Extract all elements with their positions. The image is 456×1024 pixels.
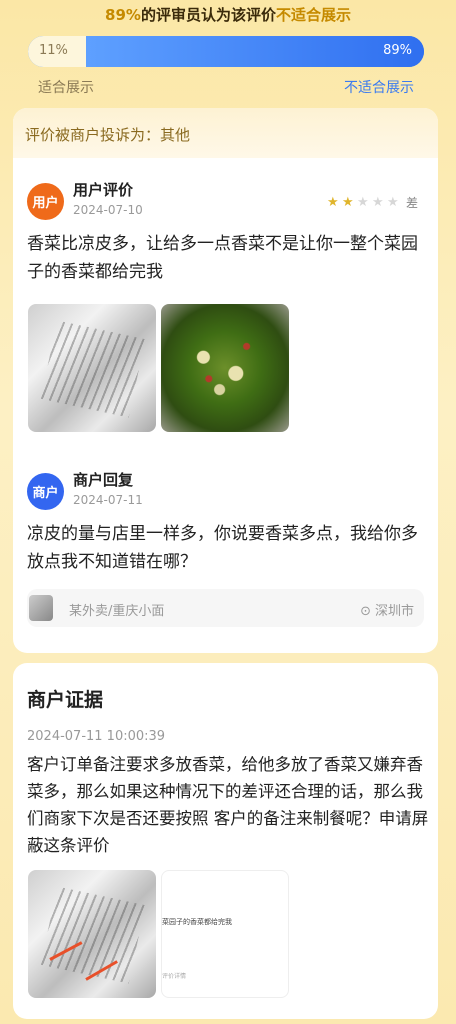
store-logo [29, 595, 53, 621]
receipt-photo[interactable] [28, 304, 156, 432]
vote-summary: 89%的评审员认为该评价不适合展示 [0, 4, 456, 25]
store-location: ⊙ 深圳市 [360, 600, 414, 619]
rating-stars: ★ ★ ★ ★ ★ 差 [327, 194, 418, 211]
evidence-screenshot-caption: 菜园子的香菜都给完我 [162, 918, 232, 926]
star-icon: ★ [386, 195, 399, 210]
merchant-reply-date: 2024-07-11 [73, 493, 143, 507]
store-info[interactable]: 某外卖/重庆小面 ⊙ 深圳市 [27, 589, 424, 627]
star-icon: ★ [371, 195, 384, 210]
vote-bar-unsuitable [86, 36, 424, 67]
summary-percent: 89% [105, 6, 141, 24]
user-review-date: 2024-07-10 [73, 203, 143, 217]
evidence-screenshot-photo[interactable]: 菜园子的香菜都给完我 评价详情 [161, 870, 289, 998]
user-review-title: 用户评价 [73, 181, 134, 199]
suitable-label: 适合展示 [38, 80, 94, 96]
star-icon: ★ [326, 195, 339, 210]
summary-text: 的评审员认为该评价 [140, 6, 276, 24]
vote-bar: 11% 89% [28, 36, 424, 67]
star-icon: ★ [356, 195, 369, 210]
salad-photo[interactable] [161, 304, 289, 432]
rating-label: 差 [405, 196, 418, 210]
star-icon: ★ [341, 195, 354, 210]
review-card: 评价被商户投诉为：其他 用户 用户评价 2024-07-10 ★ ★ ★ ★ ★… [13, 108, 438, 653]
merchant-avatar: 商户 [27, 473, 64, 510]
complaint-banner: 评价被商户投诉为：其他 [13, 108, 438, 158]
user-avatar: 用户 [27, 183, 64, 220]
unsuitable-percent: 89% [383, 43, 412, 58]
merchant-reply-title: 商户回复 [73, 471, 134, 489]
user-review-text: 香菜比凉皮多，让给多一点香菜不是让你一整个菜园子的香菜都给完我 [27, 234, 418, 282]
unsuitable-label: 不适合展示 [344, 80, 414, 96]
store-city: 深圳市 [374, 604, 414, 619]
evidence-receipt-photo[interactable] [28, 870, 156, 998]
suitable-percent: 11% [39, 43, 68, 58]
store-name: 某外卖/重庆小面 [69, 604, 165, 619]
evidence-title: 商户证据 [27, 689, 104, 711]
summary-highlight: 不适合展示 [275, 6, 351, 24]
location-pin-icon: ⊙ [360, 604, 371, 619]
merchant-reply-text: 凉皮的量与店里一样多，你说要香菜多点，我给你多放点我不知道错在哪？ [27, 524, 418, 572]
evidence-screenshot-footer: 评价详情 [162, 973, 187, 980]
evidence-text: 客户订单备注要求多放香菜，给他多放了香菜又嫌弃香菜多，那么如果这种情况下的差评还… [27, 755, 429, 855]
evidence-card: 商户证据 2024-07-11 10:00:39 客户订单备注要求多放香菜，给他… [13, 663, 438, 1019]
evidence-time: 2024-07-11 10:00:39 [27, 729, 166, 744]
